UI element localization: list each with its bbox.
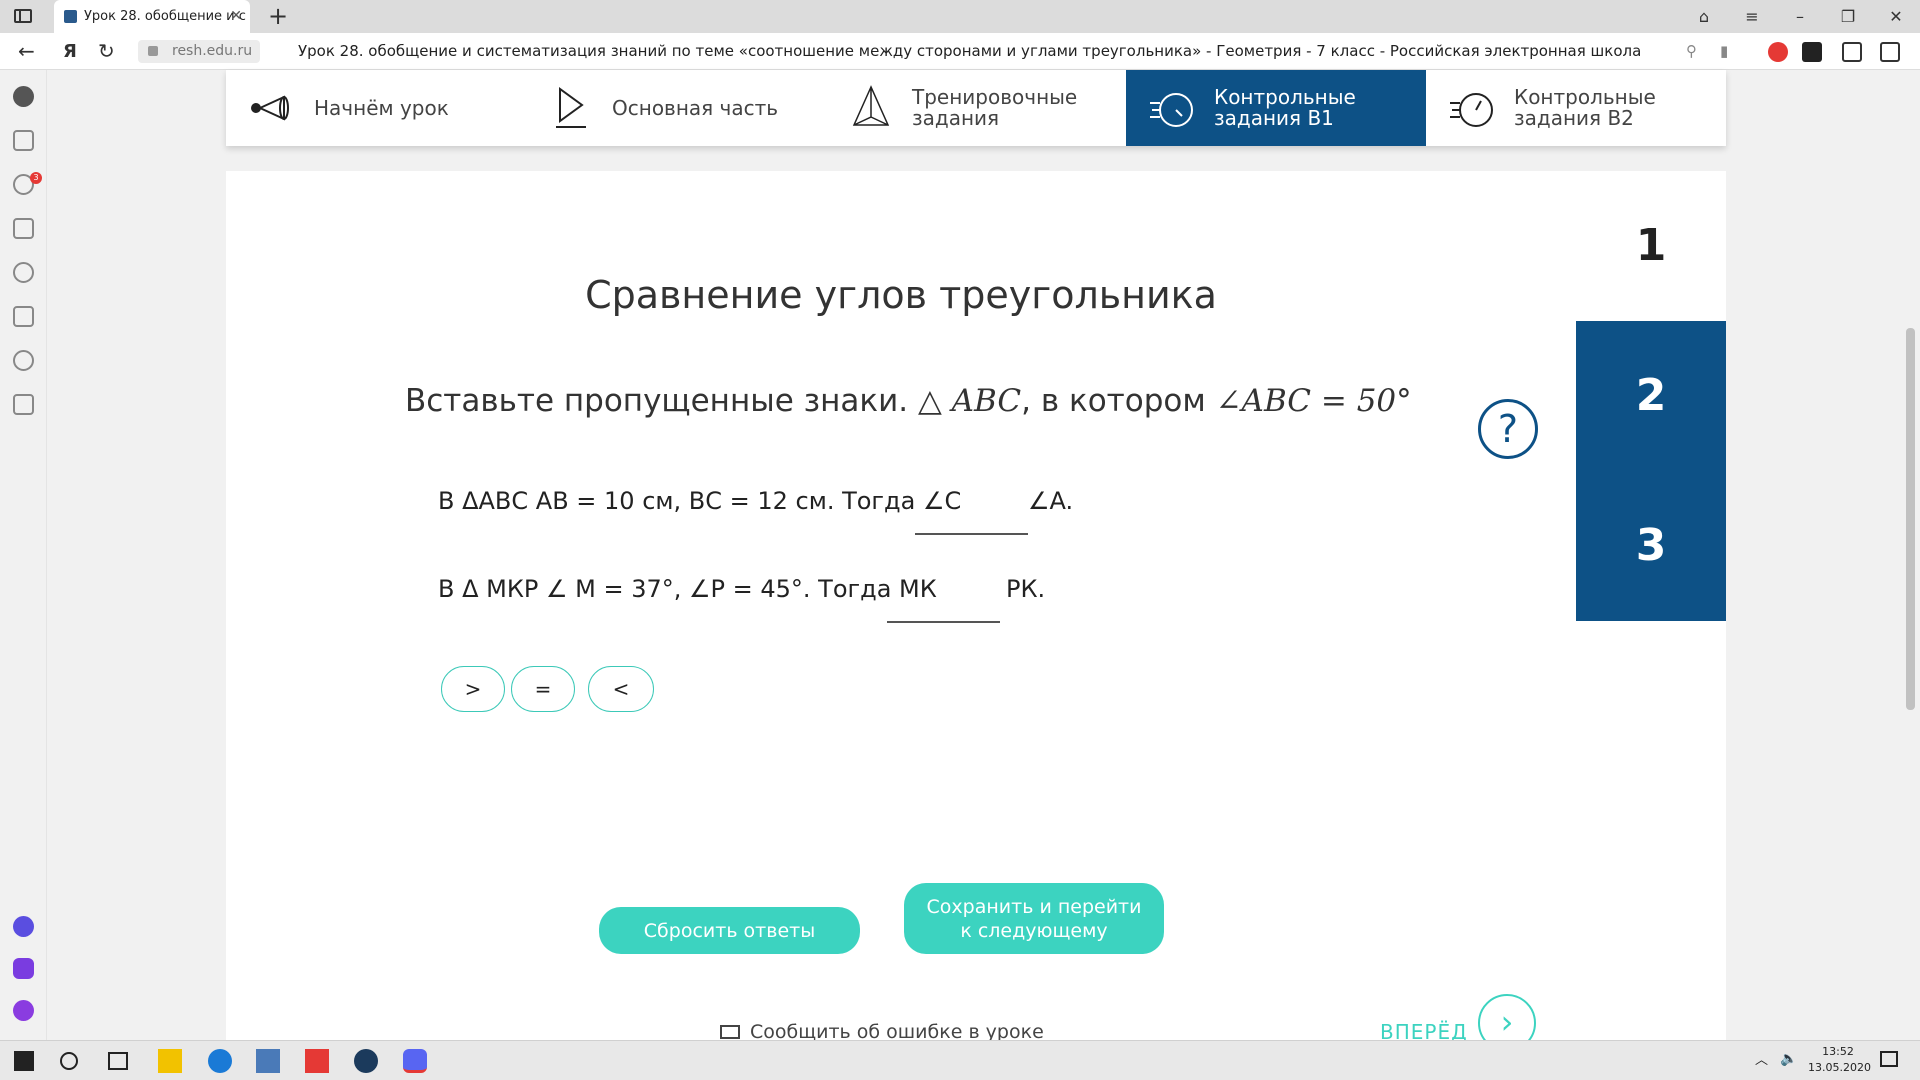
clock[interactable]: 13:52 13.05.2020 <box>1808 1044 1871 1076</box>
start-icon[interactable] <box>14 1051 34 1071</box>
address-bar: ← Я ↻ resh.edu.ru Урок 28. обобщение и с… <box>0 33 1920 70</box>
nav-training[interactable]: Тренировочные задания <box>846 70 1116 146</box>
history-clock-icon[interactable] <box>13 262 34 283</box>
task-view-icon[interactable] <box>108 1052 128 1070</box>
lock-icon <box>148 46 158 56</box>
action-center-icon[interactable] <box>1880 1051 1898 1067</box>
statement-1-tail: ∠A. <box>1028 487 1074 515</box>
task-card: Сравнение углов треугольника Вставьте пр… <box>226 171 1726 1052</box>
reload-icon[interactable]: ↻ <box>98 33 115 70</box>
question-prompt: Вставьте пропущенные знаки. <box>405 383 909 419</box>
notification-badge: 3 <box>30 172 42 184</box>
apps-grid-icon[interactable] <box>13 130 34 151</box>
question-triangle: △ ABC <box>917 383 1022 419</box>
clock-time: 13:52 <box>1822 1045 1854 1058</box>
file-explorer-icon[interactable] <box>158 1049 182 1073</box>
nav-control-b1[interactable]: Контрольные задания В1 <box>1126 70 1426 146</box>
tabs-panel-icon[interactable] <box>14 9 32 23</box>
stopwatch-icon <box>1448 83 1498 133</box>
statement-1: В ΔАВС АВ = 10 см, ВС = 12 см. Тогда ∠C <box>438 487 962 515</box>
nav-label: Начнём урок <box>314 95 449 120</box>
browser-tabbar: Урок 28. обобщение и с ✕ + ⌂ ≡ – ❐ ✕ <box>0 0 1920 33</box>
profile-avatar[interactable] <box>13 86 34 107</box>
reset-answers-button[interactable]: Сбросить ответы <box>599 907 860 954</box>
messenger-icon[interactable] <box>13 1000 34 1021</box>
page-title[interactable]: Урок 28. обобщение и систематизация знан… <box>298 33 1641 70</box>
task-number-1[interactable]: 1 <box>1576 171 1726 321</box>
yandex-browser-icon[interactable] <box>305 1049 329 1073</box>
downloads-icon[interactable] <box>1880 42 1900 62</box>
nav-control-b2[interactable]: Контрольные задания В2 <box>1448 70 1718 146</box>
music-icon[interactable] <box>13 958 34 979</box>
nav-start-lesson[interactable]: Начнём урок <box>248 70 498 146</box>
tab-title: Урок 28. обобщение и с <box>84 9 246 24</box>
task-title: Сравнение углов треугольника <box>585 273 1217 317</box>
nav-main-part[interactable]: Основная часть <box>546 70 806 146</box>
option-less[interactable]: < <box>588 666 654 712</box>
megaphone-icon <box>248 83 298 133</box>
play-icon <box>546 83 596 133</box>
question-angle: ∠ABC = 50° <box>1215 383 1412 419</box>
nav-label: Контрольные задания В2 <box>1514 85 1656 130</box>
favorites-star-icon[interactable] <box>13 218 34 239</box>
discord-icon[interactable] <box>403 1049 427 1073</box>
bookmark-icon[interactable]: ▮ <box>1720 33 1728 70</box>
task-number-2[interactable]: 2 <box>1576 321 1726 471</box>
extension-icon[interactable] <box>1768 42 1788 62</box>
new-tab-button[interactable]: + <box>268 2 288 30</box>
question-text: Вставьте пропущенные знаки. △ ABC, в кот… <box>405 383 1412 419</box>
question-mid: , в котором <box>1021 383 1206 419</box>
option-greater[interactable]: > <box>441 666 505 712</box>
favicon-icon <box>64 10 77 23</box>
vk-icon[interactable] <box>1802 42 1822 62</box>
stopwatch-icon <box>1148 83 1198 133</box>
nav-label: Основная часть <box>612 95 779 120</box>
scrollbar-thumb[interactable] <box>1906 328 1915 710</box>
search-icon[interactable] <box>60 1052 78 1070</box>
tray-chevron-icon[interactable]: ︿ <box>1755 1053 1768 1069</box>
clock-date: 13.05.2020 <box>1808 1061 1871 1074</box>
close-window-button[interactable]: ✕ <box>1876 0 1916 33</box>
lesson-nav: Начнём урок Основная часть Тренировочные… <box>226 70 1726 146</box>
search-icon[interactable]: ⚲ <box>1686 33 1697 70</box>
restore-button[interactable]: ❐ <box>1828 0 1868 33</box>
collections-icon[interactable] <box>1842 42 1862 62</box>
lens-icon[interactable] <box>13 394 34 415</box>
edge-icon[interactable] <box>208 1049 232 1073</box>
minimize-button[interactable]: – <box>1780 0 1820 33</box>
back-icon[interactable]: ← <box>18 33 35 70</box>
video-icon[interactable] <box>13 350 34 371</box>
nav-label: Тренировочные задания <box>912 85 1078 130</box>
app-icon[interactable] <box>256 1049 280 1073</box>
browser-sidebar <box>0 70 47 1040</box>
nav-label: Контрольные задания В1 <box>1214 85 1356 130</box>
tabs-icon[interactable] <box>13 306 34 327</box>
yandex-icon[interactable]: Я <box>63 33 77 70</box>
help-button[interactable]: ? <box>1478 399 1538 459</box>
option-equal[interactable]: = <box>511 666 575 712</box>
envelope-icon <box>720 1025 740 1039</box>
page-scrollbar[interactable] <box>1902 70 1920 1040</box>
answer-blank-1[interactable] <box>915 533 1028 535</box>
close-tab-icon[interactable]: ✕ <box>230 0 242 33</box>
url-field[interactable]: resh.edu.ru <box>138 40 260 63</box>
taskbar: ︿ 🔈 13:52 13.05.2020 <box>0 1040 1920 1080</box>
steam-icon[interactable] <box>354 1049 378 1073</box>
answer-blank-2[interactable] <box>887 621 1000 623</box>
browser-tab[interactable]: Урок 28. обобщение и с ✕ <box>54 0 250 33</box>
url-domain: resh.edu.ru <box>172 43 253 59</box>
volume-icon[interactable]: 🔈 <box>1780 1051 1797 1067</box>
alice-icon[interactable] <box>13 916 34 937</box>
menu-icon[interactable]: ≡ <box>1732 0 1772 33</box>
pyramid-icon <box>846 83 896 133</box>
bookmarks-icon[interactable]: ⌂ <box>1684 0 1724 33</box>
statement-2: В Δ МКР ∠ М = 37°, ∠Р = 45°. Тогда МК <box>438 575 937 603</box>
statement-2-tail: РК. <box>1006 575 1046 603</box>
save-and-next-button[interactable]: Сохранить и перейти к следующему <box>904 883 1164 954</box>
task-number-3[interactable]: 3 <box>1576 471 1726 621</box>
